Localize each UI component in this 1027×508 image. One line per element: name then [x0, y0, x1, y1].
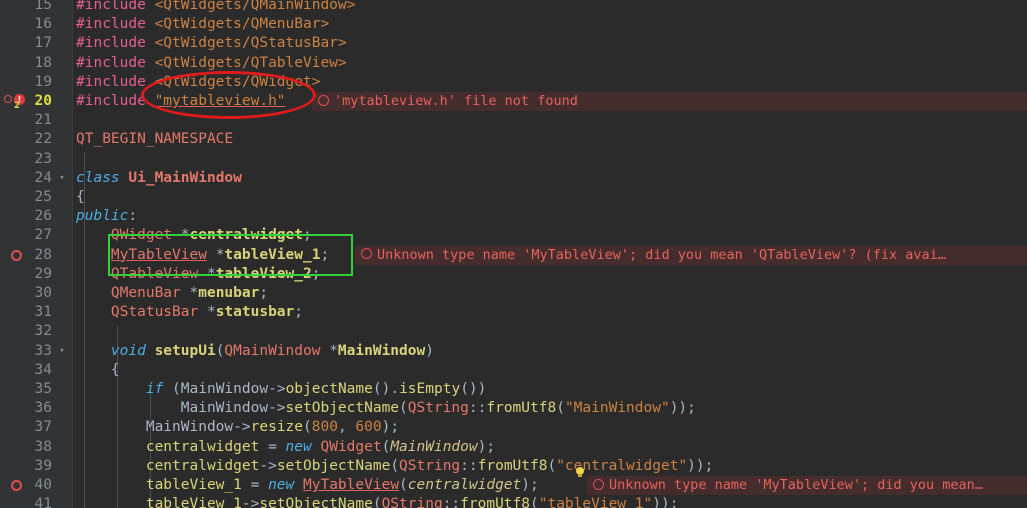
line-number: 35	[34, 381, 52, 397]
code-text: #include <QtWidgets/QWidget>	[76, 73, 321, 90]
line-number: 18	[34, 54, 52, 71]
code-text: centralwidget = new QWidget(MainWindow);	[145, 438, 496, 455]
line-number: 39	[34, 457, 52, 474]
code-text: tableView_1 = new MyTableView(centralwid…	[145, 477, 539, 493]
line-number: 41	[34, 496, 52, 508]
code-text: QWidget *centralwidget;	[110, 227, 312, 244]
code-line[interactable]: 16 #include <QtWidgets/QMenuBar>	[0, 15, 1027, 34]
code-text: #include <QtWidgets/QMenuBar>	[76, 16, 330, 33]
code-line[interactable]: 29 QTableView *tableView_2;	[0, 265, 1027, 284]
diagnostic-text: 'mytableview.h' file not found	[334, 93, 578, 109]
line-number: 22	[34, 131, 52, 148]
line-number: 36	[34, 400, 52, 417]
line-number: 19	[34, 73, 52, 90]
code-line[interactable]: 17 #include <QtWidgets/QStatusBar>	[0, 34, 1027, 53]
code-text: #include <QtWidgets/QTableView>	[76, 54, 347, 71]
code-line[interactable]: 21	[0, 111, 1027, 130]
diagnostic-text: Unknown type name 'MyTableView'; did you…	[377, 246, 946, 263]
code-text: #include <QtWidgets/QStatusBar>	[76, 35, 347, 52]
code-text: {	[76, 361, 120, 378]
line-number: 25	[34, 189, 52, 205]
line-number: 27	[34, 227, 52, 244]
code-text: void setupUi(QMainWindow *MainWindow)	[110, 342, 434, 359]
line-number: 38	[34, 438, 52, 455]
error-ring-icon[interactable]	[11, 480, 22, 491]
code-line[interactable]: 25 {	[0, 188, 1027, 207]
line-number: 17	[34, 35, 52, 52]
line-number: 24	[34, 169, 52, 186]
code-line[interactable]: 35 if (MainWindow->objectName().isEmpty(…	[0, 380, 1027, 399]
fold-arrow-icon[interactable]: ▾	[56, 342, 68, 361]
diagnostic-message[interactable]: Unknown type name 'MyTableView'; did you…	[361, 246, 1027, 265]
error-ring-icon[interactable]	[4, 95, 12, 103]
line-number: 31	[34, 304, 52, 321]
code-text: MainWindow->setObjectName(QString::fromU…	[180, 400, 696, 417]
code-line[interactable]: 31 QStatusBar *statusbar;	[0, 303, 1027, 322]
line-number: 21	[34, 112, 52, 129]
line-number: 32	[34, 323, 52, 340]
code-text: public:	[76, 208, 138, 225]
code-line[interactable]: 33 ▾ void setupUi(QMainWindow *MainWindow…	[0, 342, 1027, 361]
error-circle-icon	[593, 478, 604, 490]
code-text: QTableView *tableView_2;	[110, 265, 321, 282]
error-ring-icon[interactable]	[11, 249, 22, 261]
code-text: class Ui_MainWindow	[76, 169, 242, 186]
code-text: MainWindow->resize(800, 600);	[145, 419, 400, 436]
line-number: 26	[34, 208, 52, 225]
code-text: tableView_1->setObjectName(QString::from…	[145, 496, 679, 508]
line-number: 29	[34, 265, 52, 282]
line-number: 28	[34, 246, 52, 263]
code-text: centralwidget->setObjectName(QString::fr…	[145, 457, 714, 474]
line-number: 33	[34, 342, 52, 359]
code-text: QStatusBar *statusbar;	[110, 304, 304, 321]
code-line[interactable]: 15 #include <QtWidgets/QMainWindow>	[0, 0, 1027, 15]
code-text: #include "mytableview.h"	[76, 93, 286, 109]
code-line[interactable]: 24 ▾ class Ui_MainWindow	[0, 169, 1027, 188]
code-line[interactable]: 41 tableView_1->setObjectName(QString::f…	[0, 495, 1027, 508]
code-line[interactable]: 23	[0, 150, 1027, 169]
code-text: #include <QtWidgets/QMainWindow>	[76, 0, 356, 13]
code-text: QMenuBar *menubar;	[110, 285, 269, 301]
line-number: 30	[34, 285, 52, 301]
code-line[interactable]: 32	[0, 322, 1027, 341]
code-line[interactable]: 19 #include <QtWidgets/QWidget>	[0, 73, 1027, 92]
code-text: {	[76, 189, 85, 205]
code-text: QT_BEGIN_NAMESPACE	[76, 131, 234, 148]
code-line[interactable]: 27 QWidget *centralwidget;	[0, 226, 1027, 245]
fold-arrow-icon[interactable]: ▾	[56, 169, 68, 188]
code-editor[interactable]: 15 #include <QtWidgets/QMainWindow> 16 #inc…	[0, 0, 1027, 508]
line-number: 40	[34, 477, 52, 493]
error-count-badge: 2	[14, 101, 20, 111]
code-text: if (MainWindow->objectName().isEmpty())	[145, 381, 487, 397]
line-number: 23	[34, 150, 52, 167]
line-number: 37	[34, 419, 52, 436]
error-circle-icon	[318, 94, 329, 106]
diagnostic-text: Unknown type name 'MyTableView'; did you…	[609, 477, 983, 493]
line-number: 16	[34, 16, 52, 33]
diagnostic-message[interactable]: 'mytableview.h' file not found	[318, 92, 1027, 111]
code-line[interactable]: 30 QMenuBar *menubar;	[0, 284, 1027, 303]
line-number: 15	[34, 0, 52, 13]
error-circle-icon	[361, 248, 372, 260]
code-line[interactable]: 26 public:	[0, 207, 1027, 226]
code-line[interactable]: 38 centralwidget = new QWidget(MainWindo…	[0, 438, 1027, 457]
code-line[interactable]: 34 {	[0, 361, 1027, 380]
code-line[interactable]: 36 MainWindow->setObjectName(QString::fr…	[0, 399, 1027, 418]
code-text: MyTableView *tableView_1;	[110, 246, 330, 263]
line-number: 34	[34, 361, 52, 378]
code-line[interactable]: 37 MainWindow->resize(800, 600);	[0, 418, 1027, 437]
code-line[interactable]: 39 centralwidget->setObjectName(QString:…	[0, 457, 1027, 476]
diagnostic-message[interactable]: Unknown type name 'MyTableView'; did you…	[593, 476, 1027, 495]
lightbulb-icon[interactable]	[575, 467, 585, 480]
code-line[interactable]: 18 #include <QtWidgets/QTableView>	[0, 54, 1027, 73]
code-line[interactable]: 22 QT_BEGIN_NAMESPACE	[0, 130, 1027, 149]
